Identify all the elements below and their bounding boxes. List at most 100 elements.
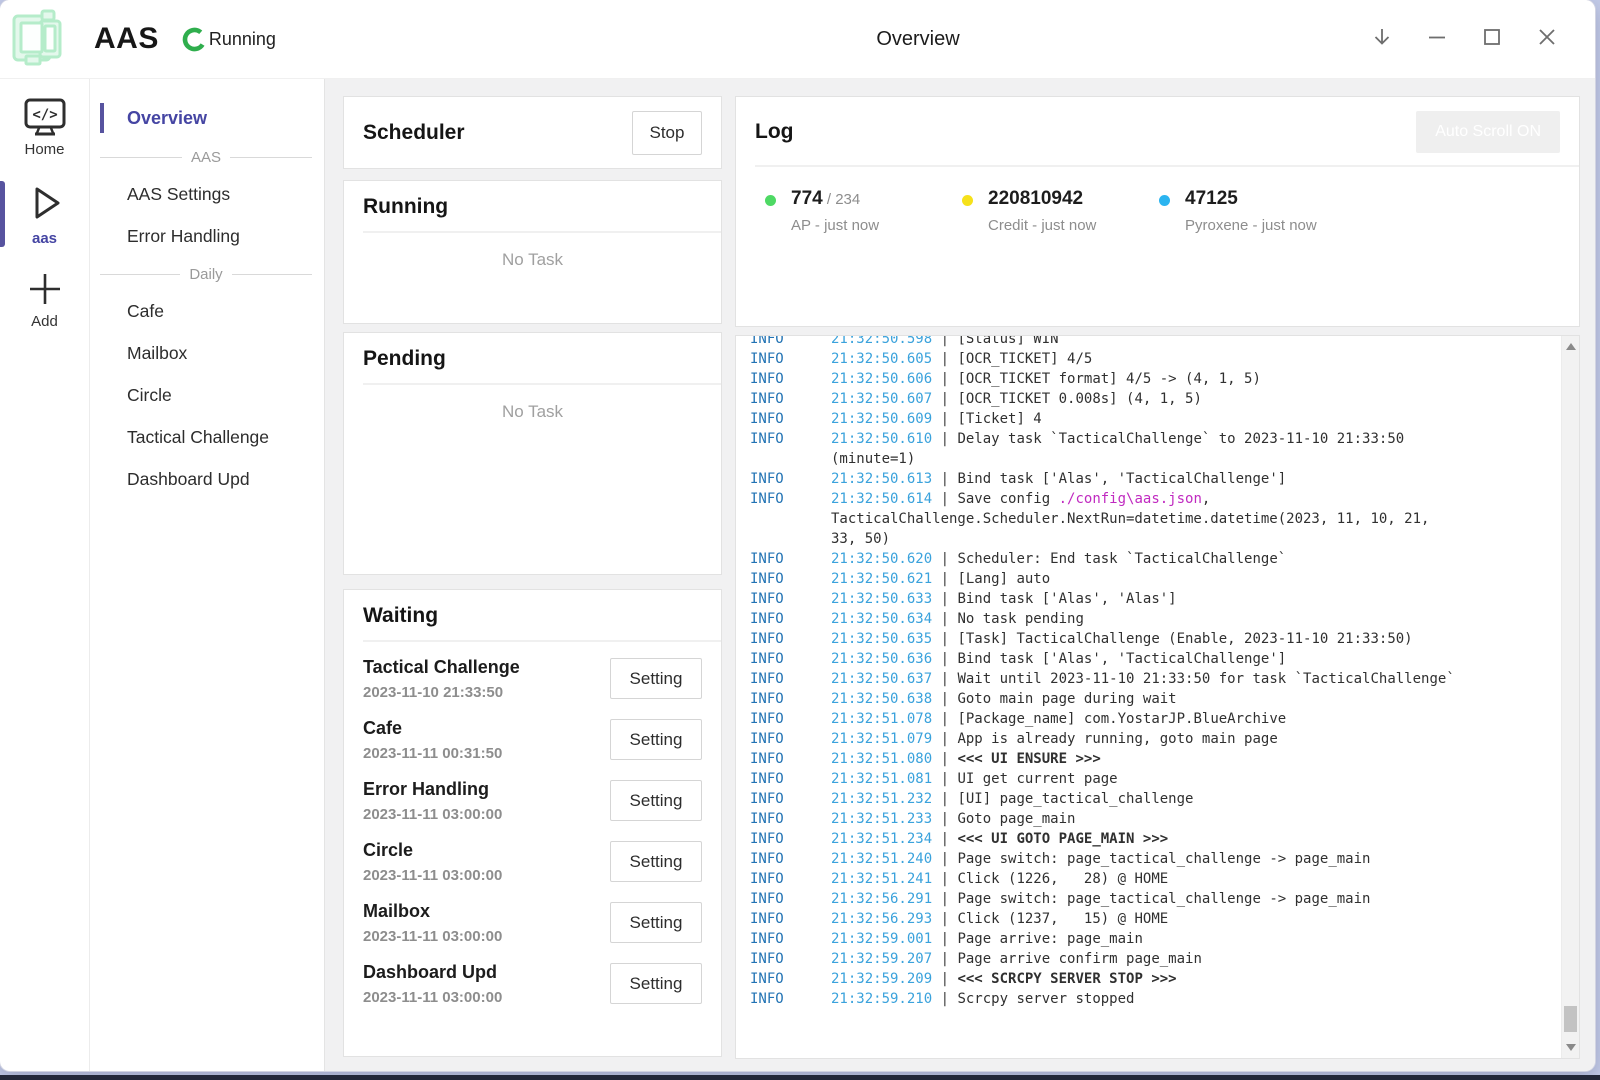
nav-item-mailbox[interactable]: Mailbox [100,341,312,365]
stat-value-row: 220810942 [988,188,1096,210]
log-message-segment: App is already running, goto main page [957,731,1277,747]
log-timestamp: 21:32:50.620 [831,549,932,569]
waiting-task-row: Mailbox2023-11-11 03:00:00 Setting [363,892,702,953]
log-separator: | [932,749,957,769]
rail-item-aas[interactable]: aas [0,176,89,251]
log-message: [Lang] auto [957,569,1050,589]
log-row: INFO21:32:50.598 | [Status] WIN [750,335,1553,349]
log-separator: | [932,629,957,649]
log-level: INFO [750,829,831,849]
log-separator: | [932,869,957,889]
rail-item-add[interactable]: Add [0,265,89,334]
log-separator: | [932,949,957,969]
log-separator: | [932,849,957,869]
log-message-segment: [Lang] auto [957,571,1050,587]
maximize-button[interactable] [1470,15,1514,59]
setting-button[interactable]: Setting [610,658,702,699]
setting-button[interactable]: Setting [610,780,702,821]
log-level: INFO [750,469,831,489]
log-row: INFO21:32:50.606 | [OCR_TICKET format] 4… [750,369,1553,389]
log-timestamp: 21:32:50.638 [831,689,932,709]
log-level: INFO [750,709,831,729]
download-update-button[interactable] [1360,15,1404,59]
scheduler-card: Scheduler Stop [343,96,722,169]
log-console[interactable]: INFO21:32:50.598 | [Status] WININFO21:32… [735,335,1580,1059]
log-message: Page switch: page_tactical_challenge -> … [957,889,1370,909]
log-row: INFO21:32:50.635 | [Task] TacticalChalle… [750,629,1553,649]
log-level: INFO [750,689,831,709]
log-level: INFO [750,789,831,809]
log-message-segment: Page arrive confirm page_main [957,951,1201,967]
resource-stats: 774 / 234AP - just now220810942Credit - … [736,167,1579,234]
close-button[interactable] [1525,15,1569,59]
log-separator: | [932,335,957,349]
log-timestamp: 21:32:50.637 [831,669,932,689]
nav-item-error-handling[interactable]: Error Handling [100,224,312,248]
nav-item-dashboard-upd[interactable]: Dashboard Upd [100,467,312,491]
log-message: [Ticket] 4 [957,409,1041,429]
rail-item-home[interactable]: </> Home [0,93,89,162]
nav-item-aas-settings[interactable]: AAS Settings [100,182,312,206]
log-message-segment: Scheduler: End task `TacticalChallenge` [957,551,1286,567]
stat-value-row: 47125 [1185,188,1317,210]
log-separator: | [932,349,957,369]
nav-item-overview[interactable]: Overview [100,103,312,133]
waiting-task-time: 2023-11-11 00:31:50 [363,745,502,762]
log-message-segment: Delay task `TacticalChallenge` to 2023-1… [957,431,1404,447]
nav-item-tactical-challenge[interactable]: Tactical Challenge [100,425,312,449]
scrollbar-thumb[interactable] [1564,1006,1577,1032]
log-title: Log [755,120,793,144]
app-body: </> Home aas [0,78,1595,1071]
stat-value: 220810942 [988,188,1083,209]
log-row: INFO21:32:59.001 | Page arrive: page_mai… [750,929,1553,949]
waiting-task-name: Error Handling [363,779,502,800]
log-scrollbar[interactable] [1561,336,1579,1058]
log-message-segment: <<< SCRCPY SERVER STOP >>> [957,971,1176,987]
log-separator: | [932,609,957,629]
log-row: INFO21:32:51.233 | Goto page_main [750,809,1553,829]
scroll-down-arrow-icon[interactable] [1566,1044,1576,1051]
setting-button[interactable]: Setting [610,841,702,882]
log-message-segment: (minute=1) [831,451,915,467]
log-message-segment: [UI] page_tactical_challenge [957,791,1193,807]
waiting-task-time: 2023-11-11 03:00:00 [363,806,502,823]
log-message-segment: Click (1237, 15) @ HOME [957,911,1168,927]
log-message-segment: No task pending [957,611,1083,627]
app-window: AAS Running Overview [0,0,1595,1071]
log-separator: | [932,549,957,569]
waiting-task-time: 2023-11-11 03:00:00 [363,989,502,1006]
waiting-task-info: Mailbox2023-11-11 03:00:00 [363,901,502,945]
setting-button[interactable]: Setting [610,719,702,760]
running-empty-text: No Task [344,250,721,270]
log-message: <<< UI ENSURE >>> [957,749,1100,769]
log-row: INFO21:32:51.240 | Page switch: page_tac… [750,849,1553,869]
setting-button[interactable]: Setting [610,963,702,1004]
log-row: INFO21:32:50.634 | No task pending [750,609,1553,629]
nav-item-circle[interactable]: Circle [100,383,312,407]
log-row: INFO21:32:50.633 | Bind task ['Alas', 'A… [750,589,1553,609]
nav-item-cafe[interactable]: Cafe [100,299,312,323]
log-lines: INFO21:32:50.598 | [Status] WININFO21:32… [750,335,1553,1009]
minimize-button[interactable] [1415,15,1459,59]
auto-scroll-button[interactable]: Auto Scroll ON [1416,111,1560,153]
nav-section-divider: Daily [100,266,312,283]
log-message: No task pending [957,609,1083,629]
log-level: INFO [750,809,831,829]
setting-button[interactable]: Setting [610,902,702,943]
scroll-up-arrow-icon[interactable] [1566,343,1576,350]
titlebar: AAS Running Overview [0,0,1595,78]
log-separator: | [932,769,957,789]
log-message: Delay task `TacticalChallenge` to 2023-1… [957,429,1404,449]
log-message: Goto page_main [957,809,1075,829]
stop-button[interactable]: Stop [632,111,702,155]
log-message-segment: Page switch: page_tactical_challenge -> … [957,851,1370,867]
log-timestamp: 21:32:50.633 [831,589,932,609]
log-message-segment: Wait until 2023-11-10 21:33:50 for task … [957,671,1454,687]
log-separator: | [932,669,957,689]
log-row: INFO21:32:50.638 | Goto main page during… [750,689,1553,709]
log-row: INFO21:32:59.210 | Scrcpy server stopped [750,989,1553,1009]
page-title: Overview [876,28,959,51]
log-level [750,449,831,469]
log-level: INFO [750,869,831,889]
log-message: Click (1237, 15) @ HOME [957,909,1168,929]
